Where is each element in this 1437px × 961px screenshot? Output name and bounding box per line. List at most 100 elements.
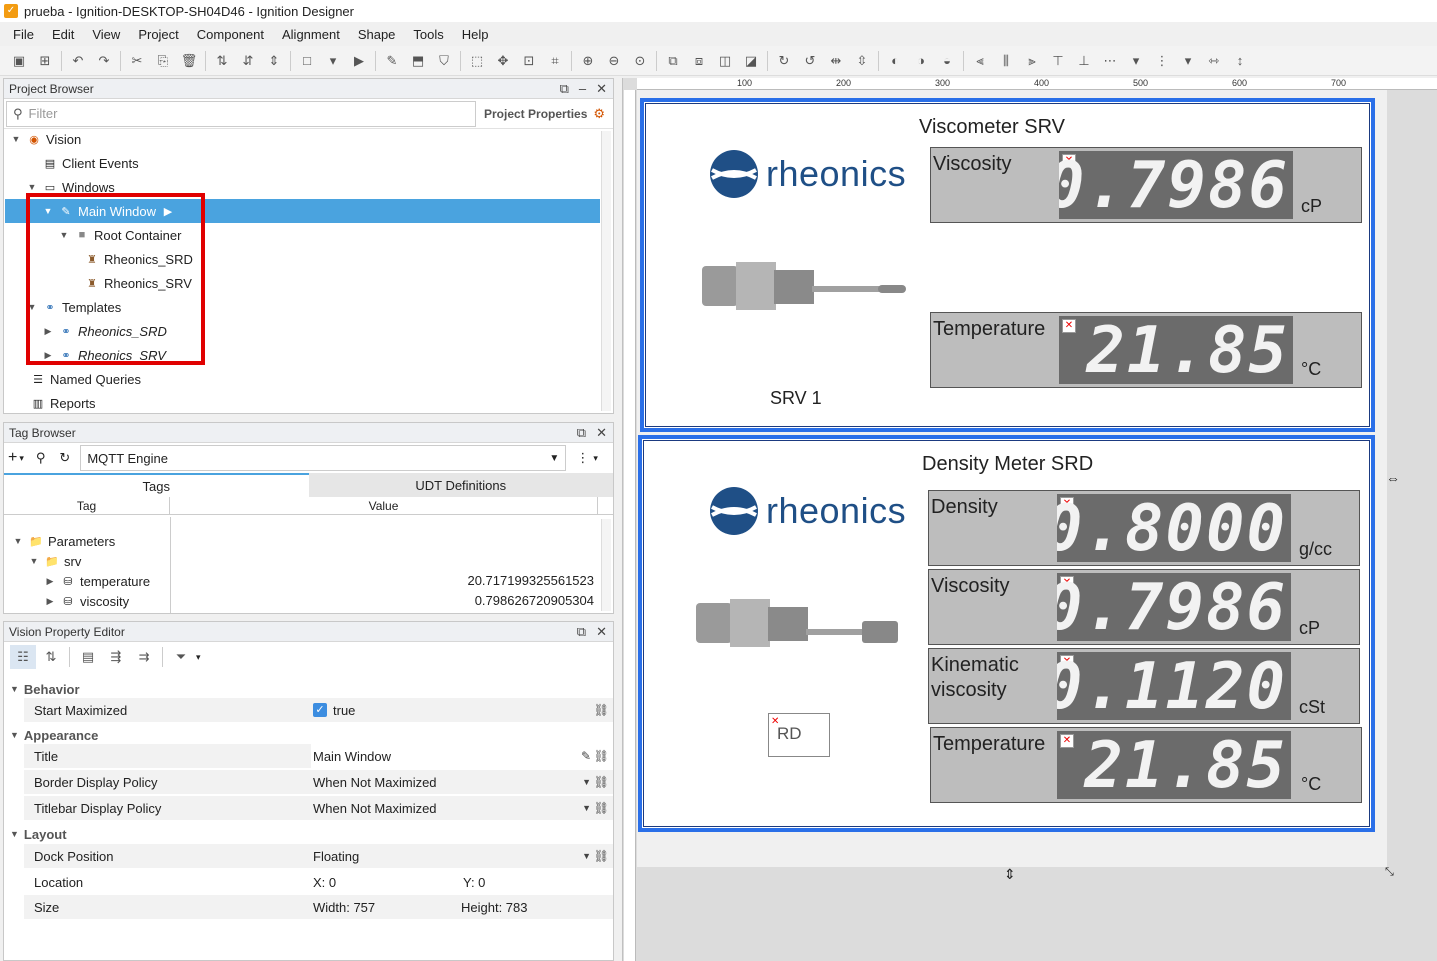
collapse-icon[interactable]: ▼	[26, 182, 38, 192]
size-width[interactable]: Width: 757	[313, 900, 461, 915]
prop-border-display-policy[interactable]: Border Display Policy When Not Maximized…	[24, 770, 613, 794]
zoom-in-icon[interactable]: ⊕	[575, 49, 601, 73]
section-layout[interactable]: ▼ Layout	[4, 823, 613, 845]
menu-tools[interactable]: Tools	[404, 27, 452, 42]
zoom-out-icon[interactable]: ⊖	[601, 49, 627, 73]
edit-pencil-icon[interactable]: ✎	[581, 749, 591, 763]
prop-titlebar-display-policy[interactable]: Titlebar Display Policy When Not Maximiz…	[24, 796, 613, 820]
new-window-icon[interactable]: □	[294, 49, 320, 73]
dropdown-icon[interactable]: ▾	[593, 453, 598, 464]
dropdown-icon[interactable]: ▾	[196, 652, 201, 663]
shield-icon[interactable]: ⛉	[431, 49, 457, 73]
menu-shape[interactable]: Shape	[349, 27, 405, 42]
preview-play-icon[interactable]: ▶	[346, 49, 372, 73]
align-left-icon[interactable]: ⫷	[967, 49, 993, 73]
chevron-down-icon[interactable]: ▼	[582, 851, 591, 861]
align-top-icon[interactable]: ⊤	[1045, 49, 1071, 73]
comm-write-icon[interactable]: ⇕	[261, 49, 287, 73]
prop-start-maximized[interactable]: Start Maximized ✓ true ⛓	[24, 698, 613, 722]
dropdown-icon[interactable]: ▾	[1175, 49, 1201, 73]
prop-dock-position[interactable]: Dock Position Floating ▼ ⛓	[24, 844, 613, 868]
close-icon[interactable]: ✕	[596, 624, 607, 640]
template-rheonics-srv[interactable]: Viscometer SRV rheonics SRV 1 Viscosity …	[640, 98, 1375, 432]
move-back-icon[interactable]: ◫	[712, 49, 738, 73]
comm-read-icon[interactable]: ⇵	[235, 49, 261, 73]
close-icon[interactable]: ✕	[596, 81, 607, 97]
flip-v-icon[interactable]: ⇳	[849, 49, 875, 73]
menu-edit[interactable]: Edit	[43, 27, 83, 42]
tag-scrollbar[interactable]	[601, 519, 611, 611]
collapse-all-icon[interactable]: ⇉	[131, 645, 157, 669]
collapse-icon[interactable]: ▼	[28, 556, 40, 566]
location-x[interactable]: X: 0	[313, 875, 463, 890]
collapse-icon[interactable]: ▼	[10, 134, 22, 144]
restore-icon[interactable]: ⧉	[577, 624, 586, 640]
prop-value[interactable]: When Not Maximized	[313, 801, 437, 816]
tree-item-client-events[interactable]: ▤ Client Events	[26, 151, 139, 175]
prop-title[interactable]: Title Main Window ✎ ⛓	[24, 744, 613, 768]
menu-component[interactable]: Component	[188, 27, 273, 42]
menu-help[interactable]: Help	[453, 27, 498, 42]
align-bottom-icon[interactable]: ⊥	[1071, 49, 1097, 73]
resize-handle-vertical-icon[interactable]: ⇕	[1004, 866, 1016, 883]
tree-item-vision[interactable]: ▼ ◉ Vision	[10, 127, 82, 151]
customizers-icon[interactable]: ▤	[75, 645, 101, 669]
binding-link-icon[interactable]: ⛓	[594, 749, 609, 763]
zoom-fit-icon[interactable]: ⊙	[627, 49, 653, 73]
restore-icon[interactable]: ⧉	[577, 425, 586, 441]
rotate-icon[interactable]: ↻	[771, 49, 797, 73]
align-right-icon[interactable]: ⫸	[1019, 49, 1045, 73]
publish-icon[interactable]: ⬒	[405, 49, 431, 73]
sort-alpha-icon[interactable]: ⇅	[38, 645, 64, 669]
flip-h-icon[interactable]: ⇹	[823, 49, 849, 73]
collapse-icon[interactable]: ▼	[12, 536, 24, 546]
binding-link-icon[interactable]: ⛓	[594, 849, 609, 863]
tab-tags[interactable]: Tags	[4, 473, 309, 497]
template-rheonics-srd[interactable]: Density Meter SRD rheonics RD ✕ Density …	[638, 435, 1375, 832]
prop-location[interactable]: Location X: 0 Y: 0	[24, 870, 613, 894]
menu-view[interactable]: View	[83, 27, 129, 42]
tab-udt-definitions[interactable]: UDT Definitions	[308, 473, 613, 497]
expand-icon[interactable]: ▶	[44, 596, 56, 607]
distribute-icon[interactable]: ⋯	[1097, 49, 1123, 73]
resize-handle-corner-icon[interactable]: ⤡	[1385, 866, 1394, 879]
column-value[interactable]: Value	[170, 497, 598, 514]
tag-row-viscosity[interactable]: ▶ ⛁ viscosity	[44, 589, 130, 613]
restore-icon[interactable]: ⧉	[560, 81, 569, 97]
filter-input[interactable]: ⚲ Filter	[6, 100, 476, 127]
tree-scrollbar[interactable]	[601, 131, 611, 411]
checkbox-checked-icon[interactable]: ✓	[313, 703, 327, 717]
add-tag-icon[interactable]: +	[8, 449, 17, 467]
copy-icon[interactable]: ⎘	[150, 49, 176, 73]
select-icon[interactable]: ⬚	[464, 49, 490, 73]
section-appearance[interactable]: ▼ Appearance	[4, 724, 613, 746]
tag-provider-select[interactable]: MQTT Engine ▼	[80, 445, 567, 471]
project-properties-icon[interactable]: ⚙	[593, 106, 605, 122]
redo-icon[interactable]: ↷	[91, 49, 117, 73]
chevron-down-icon[interactable]: ▼	[582, 777, 591, 787]
save-icon[interactable]: ▣	[6, 49, 32, 73]
prop-value[interactable]: Floating	[313, 849, 359, 864]
size-height[interactable]: Height: 783	[461, 900, 528, 915]
sort-category-icon[interactable]: ☷	[10, 645, 36, 669]
save-all-icon[interactable]: ⊞	[32, 49, 58, 73]
menu-alignment[interactable]: Alignment	[273, 27, 349, 42]
column-tag[interactable]: Tag	[4, 497, 170, 514]
height-icon[interactable]: ↕	[1227, 49, 1253, 73]
align-center-icon[interactable]: ⫼	[993, 49, 1019, 73]
expand-icon[interactable]: ▶	[44, 576, 56, 587]
tree-item-reports[interactable]: ▥ Reports	[26, 391, 96, 415]
binding-link-icon[interactable]: ⛓	[594, 775, 609, 789]
difference-icon[interactable]: ◑	[908, 49, 934, 73]
section-behavior[interactable]: ▼ Behavior	[4, 678, 613, 700]
project-properties-link[interactable]: Project Properties	[484, 107, 587, 121]
resize-handle-horizontal-icon[interactable]: ⇔	[1386, 470, 1400, 486]
move-icon[interactable]: ✥	[490, 49, 516, 73]
binding-link-icon[interactable]: ⛓	[594, 801, 609, 815]
location-y[interactable]: Y: 0	[463, 875, 485, 890]
filter-icon[interactable]: ⏷	[168, 645, 194, 669]
intersect-icon[interactable]: ◒	[934, 49, 960, 73]
prop-value[interactable]: Main Window	[313, 749, 391, 764]
more-icon[interactable]: ⋮	[1149, 49, 1175, 73]
menu-file[interactable]: File	[4, 27, 43, 42]
